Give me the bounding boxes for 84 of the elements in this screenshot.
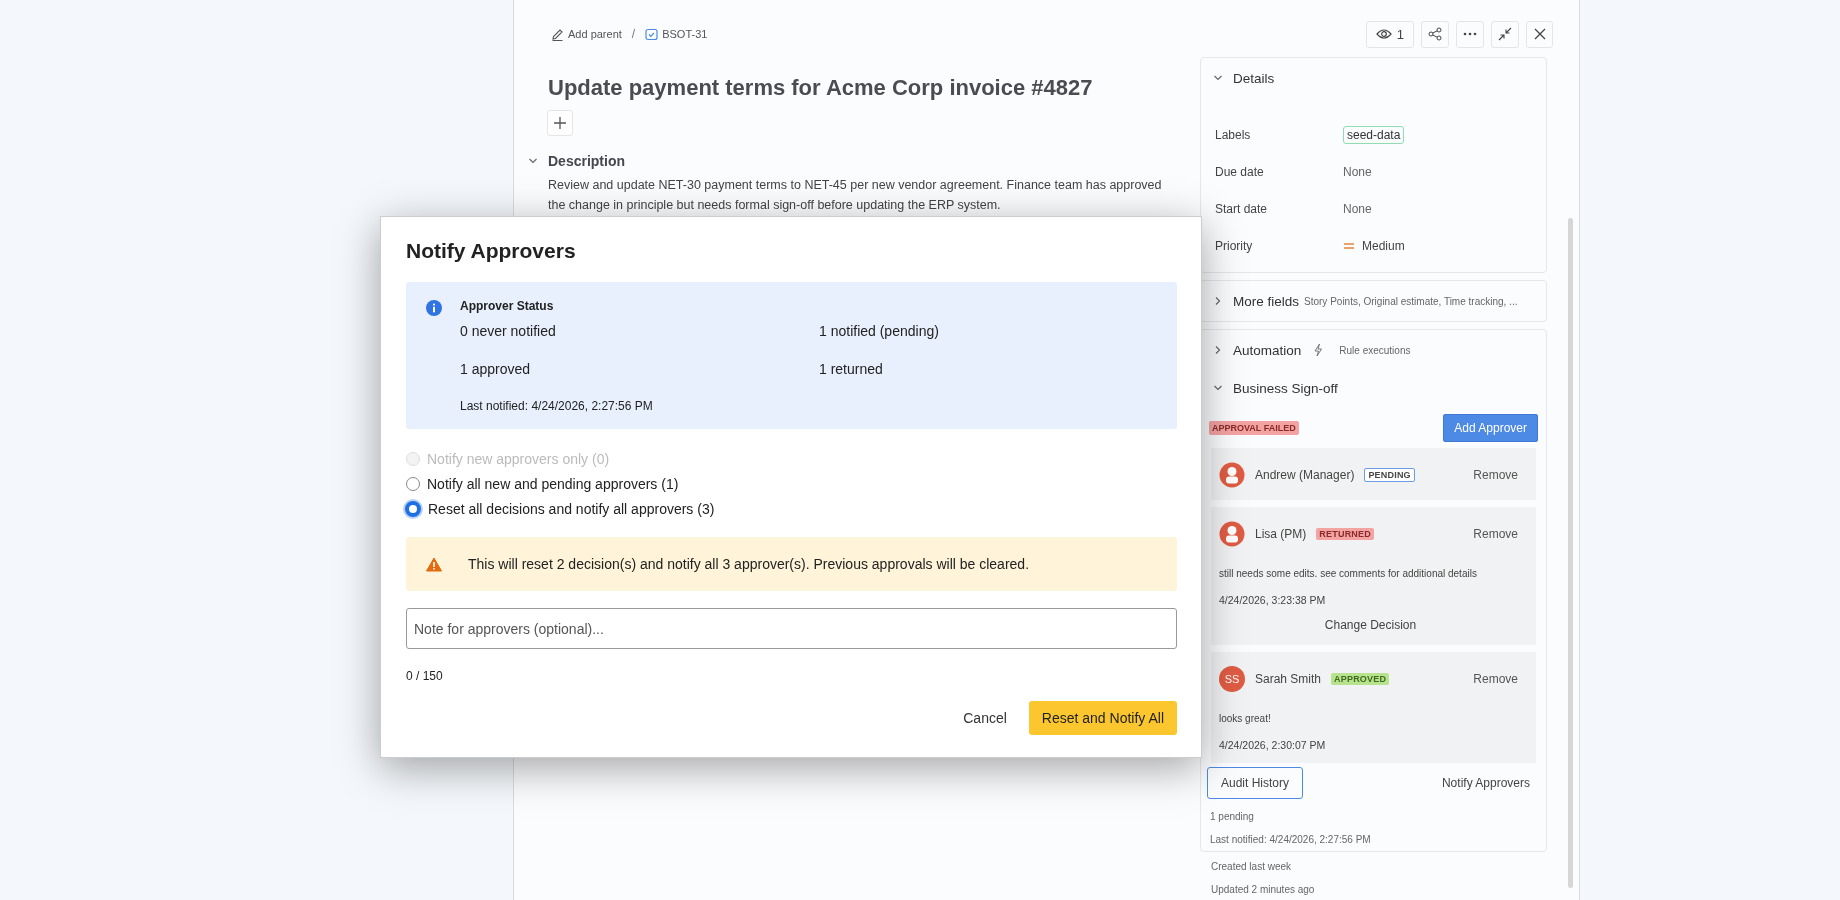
approver-comment: still needs some edits. see comments for additional details	[1219, 568, 1478, 579]
add-parent-link[interactable]: Add parent	[551, 27, 622, 41]
radio-button[interactable]	[406, 477, 420, 491]
approver-name: Lisa (PM)	[1255, 527, 1307, 541]
field-label: Priority	[1214, 238, 1254, 253]
cancel-button[interactable]: Cancel	[959, 704, 1011, 732]
chevron-icon[interactable]	[1213, 345, 1223, 355]
status-count: 1 returned	[819, 361, 884, 377]
warning-icon	[426, 556, 442, 572]
decision-time: 4/24/2026, 2:30:07 PM	[1219, 739, 1327, 751]
remove-button[interactable]: Remove	[1473, 672, 1522, 686]
field-value: None	[1343, 164, 1372, 179]
status-badge: APPROVED	[1331, 673, 1390, 685]
section-heading: Description	[548, 153, 625, 169]
remove-button[interactable]: Remove	[1473, 527, 1522, 541]
collapse-button[interactable]	[1491, 20, 1519, 48]
field-label: Start date	[1214, 201, 1269, 216]
status-count: 1 approved	[460, 361, 532, 377]
description-text: Review and update NET-30 payment terms to NET-45 per new vendor agreement. Finance team has approved the change in principle but needs formal sign-off before updating the ERP system.	[548, 177, 1163, 214]
watch-button[interactable]: 1	[1365, 20, 1414, 48]
section-heading: Automation	[1233, 342, 1302, 358]
audit-history-button[interactable]: Audit History	[1207, 767, 1304, 799]
radio-button[interactable]	[405, 501, 421, 517]
edit-icon	[551, 27, 564, 41]
avatar-icon	[1219, 462, 1245, 488]
status-badge: PENDING	[1364, 468, 1415, 482]
radio-option[interactable]: Reset all decisions and notify all approvers (3)	[406, 501, 1177, 517]
notify-approvers-button[interactable]: Notify Approvers	[1435, 775, 1540, 791]
lightning-icon	[1313, 343, 1324, 357]
updated-text: Updated 2 minutes ago	[1210, 883, 1316, 897]
remove-button[interactable]: Remove	[1473, 468, 1522, 482]
status-count: 1 notified (pending)	[819, 323, 940, 339]
priority-icon	[1343, 241, 1355, 250]
chevron-icon[interactable]	[528, 156, 538, 166]
approver-name: Sarah Smith	[1255, 672, 1322, 686]
section-heading: Business Sign-off	[1233, 380, 1338, 396]
dialog-title: Notify Approvers	[406, 239, 577, 263]
plus-icon	[553, 116, 567, 130]
status-badge: APPROVAL FAILED	[1209, 421, 1299, 435]
field-value: None	[1343, 201, 1372, 216]
field-label: Labels	[1214, 127, 1252, 142]
issue-key-link[interactable]: BSOT-31	[645, 27, 708, 41]
add-button[interactable]	[547, 110, 573, 136]
approver-name: Andrew (Manager)	[1255, 468, 1355, 482]
collapse-icon	[1498, 27, 1512, 41]
note-field[interactable]: Note for approvers (optional)...	[406, 608, 1177, 649]
field-label: Due date	[1214, 164, 1265, 179]
scrollbar[interactable]	[1568, 218, 1573, 888]
eye-icon	[1375, 28, 1392, 40]
section-hint: Rule executions	[1339, 344, 1411, 356]
issue-title: Update payment terms for Acme Corp invoice #4827	[548, 75, 1094, 101]
pending-count: 1 pending	[1210, 811, 1255, 822]
share-button[interactable]	[1421, 20, 1449, 48]
section-heading: More fields	[1233, 293, 1300, 309]
radio-option[interactable]: Notify all new and pending approvers (1)	[406, 476, 1177, 492]
warning-text: This will reset 2 decision(s) and notify all 3 approver(s). Previous approvals will be cleared.	[468, 556, 1030, 572]
section-hint: Story Points, Original estimate, Time tracking, ...	[1304, 295, 1518, 307]
decision-time: 4/24/2026, 3:23:38 PM	[1219, 594, 1327, 606]
radio-option: Notify new approvers only (0)	[406, 451, 1177, 467]
created-text: Created last week	[1210, 860, 1293, 874]
breadcrumb-separator: /	[631, 27, 636, 41]
change-decision-button[interactable]: Change Decision	[1318, 617, 1423, 633]
last-notified-text: Last notified: 4/24/2026, 2:27:56 PM	[1210, 834, 1372, 845]
approver-comment: looks great!	[1219, 713, 1272, 724]
status-heading: Approver Status	[460, 299, 555, 313]
last-notified-text: Last notified: 4/24/2026, 2:27:56 PM	[460, 399, 654, 413]
share-icon	[1428, 27, 1442, 41]
checkbox-icon	[645, 27, 659, 41]
more-icon	[1463, 32, 1477, 36]
character-counter: 0 / 150	[406, 669, 444, 683]
label-tag[interactable]: seed-data	[1343, 125, 1405, 144]
close-button[interactable]	[1526, 20, 1553, 48]
avatar-icon	[1219, 521, 1245, 547]
chevron-icon[interactable]	[1213, 73, 1223, 83]
avatar: SS	[1219, 666, 1245, 692]
confirm-button[interactable]: Reset and Notify All	[1028, 701, 1177, 735]
info-icon	[426, 300, 442, 316]
close-icon	[1533, 28, 1546, 40]
field-value: Medium	[1362, 238, 1405, 253]
section-heading: Details	[1233, 70, 1275, 86]
chevron-icon[interactable]	[1213, 383, 1223, 393]
status-badge: RETURNED	[1316, 528, 1374, 540]
chevron-icon[interactable]	[1213, 296, 1223, 306]
status-count: 0 never notified	[460, 323, 557, 339]
